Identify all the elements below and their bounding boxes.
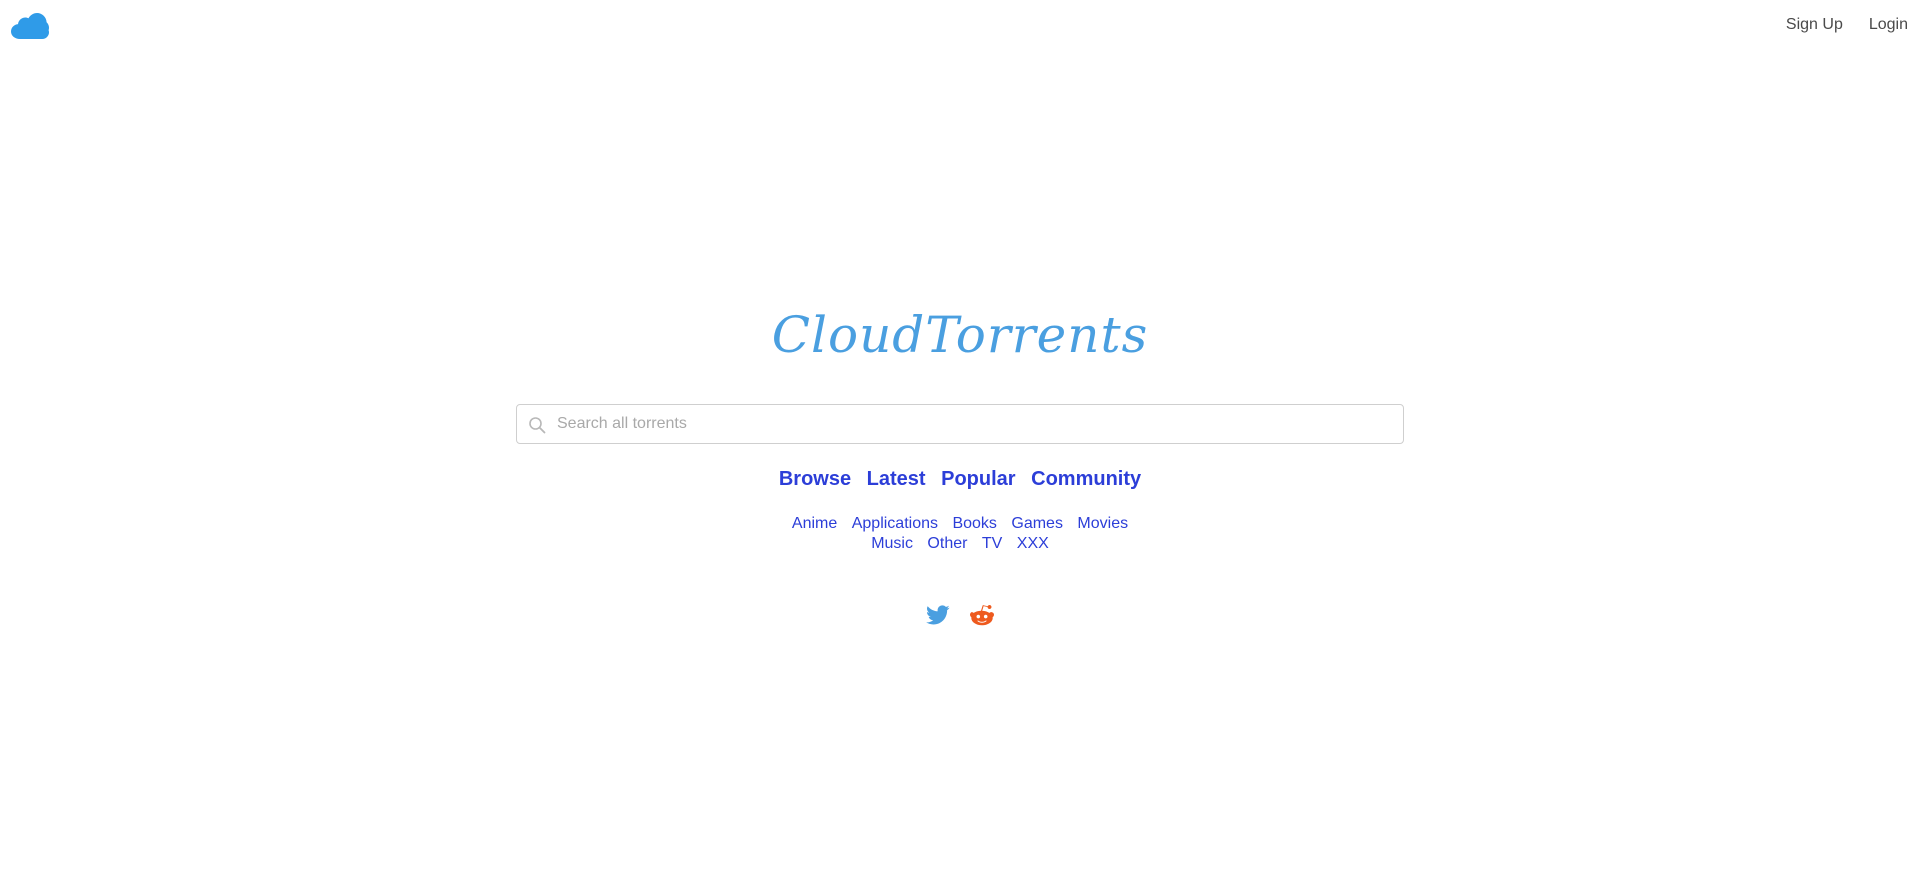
sign-up-link[interactable]: Sign Up — [1786, 14, 1843, 36]
category-movies[interactable]: Movies — [1077, 515, 1128, 532]
header: Sign Up Login — [0, 0, 1920, 52]
twitter-icon — [925, 605, 950, 625]
category-other[interactable]: Other — [927, 535, 967, 552]
nav-popular[interactable]: Popular — [941, 468, 1015, 490]
nav-community[interactable]: Community — [1031, 468, 1141, 490]
nav-latest[interactable]: Latest — [867, 468, 926, 490]
search-box — [516, 404, 1404, 444]
social-links — [0, 603, 1920, 627]
category-applications[interactable]: Applications — [852, 515, 938, 532]
brand-logo-text: CloudTorrents — [771, 306, 1149, 364]
header-nav: Sign Up Login — [1760, 14, 1908, 36]
category-nav-row-1: Anime Applications Books Games Movies — [0, 514, 1920, 534]
reddit-icon — [970, 605, 995, 626]
category-anime[interactable]: Anime — [792, 515, 837, 532]
search-input[interactable] — [557, 405, 1395, 443]
nav-browse[interactable]: Browse — [779, 468, 851, 490]
reddit-link[interactable] — [970, 603, 995, 627]
category-music[interactable]: Music — [871, 535, 913, 552]
brand: CloudTorrents — [0, 306, 1920, 364]
cloud-icon[interactable] — [11, 13, 49, 39]
twitter-link[interactable] — [925, 603, 950, 627]
category-books[interactable]: Books — [952, 515, 996, 532]
category-games[interactable]: Games — [1011, 515, 1063, 532]
category-xxx[interactable]: XXX — [1017, 535, 1049, 552]
category-nav-row-2: Music Other TV XXX — [0, 534, 1920, 554]
search-icon — [529, 417, 546, 434]
category-tv[interactable]: TV — [982, 535, 1002, 552]
login-link[interactable]: Login — [1869, 14, 1908, 36]
main-nav: Browse Latest Popular Community — [0, 467, 1920, 491]
page: Sign Up Login CloudTorrents Browse Lates… — [0, 0, 1920, 888]
